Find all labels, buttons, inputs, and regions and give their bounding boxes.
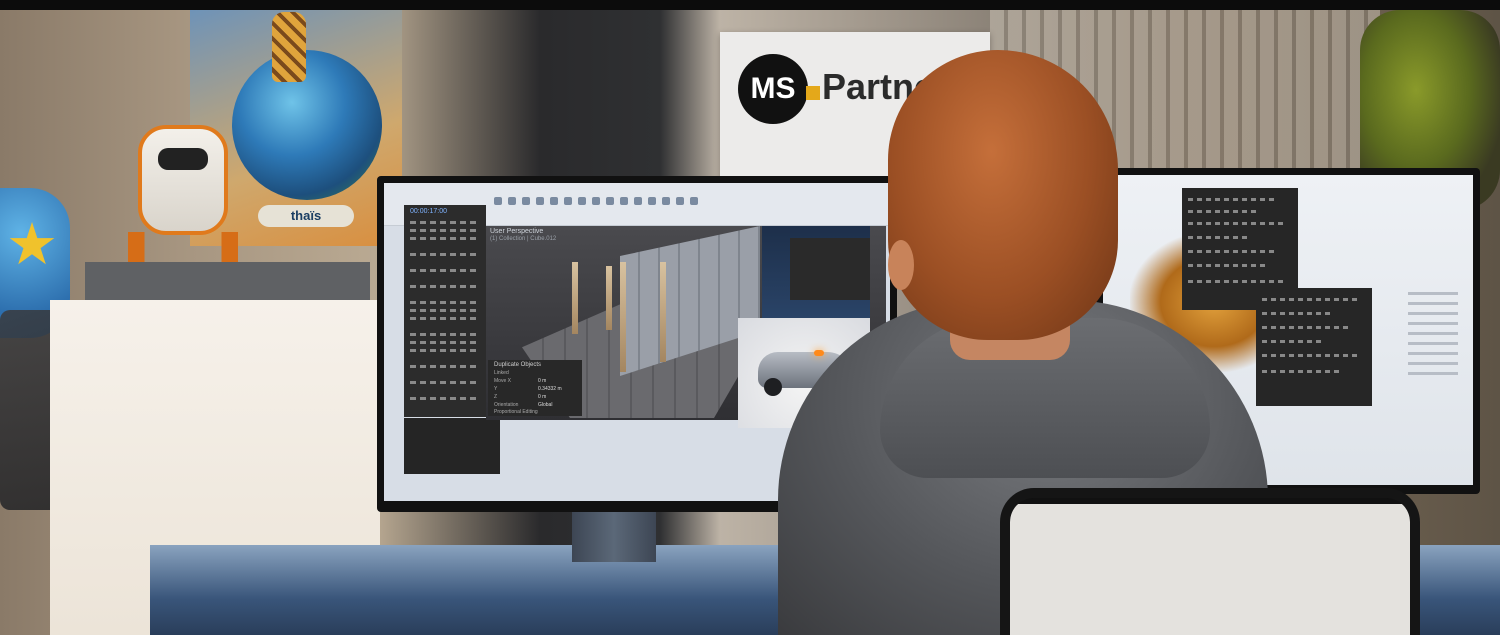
wooden-post [660,262,666,362]
tool-icon[interactable] [634,197,642,205]
giraffe-illustration [272,12,306,82]
render-settings-panel[interactable] [790,238,870,300]
dup-value-y[interactable]: 0.34332 m [538,386,578,393]
timecode: 00:00:17:00 [410,208,447,215]
tool-icon[interactable] [592,197,600,205]
tool-icon[interactable] [662,197,670,205]
sign-logo: MS [738,54,808,124]
person-ear [888,240,914,290]
toy-robot-visor [158,148,208,170]
car-headlight [814,350,824,356]
tool-icon[interactable] [648,197,656,205]
tool-icon[interactable] [550,197,558,205]
top-letterbox [0,0,1500,10]
tool-icon[interactable] [564,197,572,205]
tool-icon[interactable] [676,197,684,205]
monitor-stand [572,512,656,562]
dup-value-orientation[interactable]: Global [538,402,578,409]
tool-icon[interactable] [522,197,530,205]
poster-logo: thaïs [258,205,354,227]
tool-icon[interactable] [690,197,698,205]
wooden-post [606,266,612,330]
properties-panel[interactable] [404,418,500,474]
viewport-title: User Perspective [490,228,544,235]
toy-robot-legs [128,232,238,262]
chair-frame [1000,488,1420,635]
wooden-post [620,262,626,372]
dup-value-z[interactable]: 0 m [538,394,578,401]
dup-row-linked[interactable]: Linked [494,370,576,377]
tool-icon[interactable] [494,197,502,205]
star-icon: ★ [6,212,58,277]
right-modifier-panel[interactable] [1256,288,1372,406]
person-head [888,50,1118,340]
sign-dot [806,86,820,100]
viewport-subtitle: (1) Collection | Cube.012 [490,236,557,242]
outliner-panel[interactable] [404,205,486,417]
car-wheel [764,378,782,396]
tool-icon[interactable] [578,197,586,205]
tool-icon[interactable] [620,197,628,205]
toy-robot [138,125,228,235]
wooden-post [572,262,578,334]
duplicate-objects-panel[interactable]: Linked Move X Y Z Orientation Proportion… [488,360,582,416]
dup-value-x[interactable]: 0 m [538,378,578,385]
tool-icon[interactable] [536,197,544,205]
dup-row-proportional[interactable]: Proportional Editing [494,409,576,416]
tool-icon[interactable] [508,197,516,205]
right-sidebar-text [1408,292,1458,382]
tool-icon[interactable] [606,197,614,205]
duplicate-objects-title: Duplicate Objects [494,362,542,368]
globe-illustration [232,50,382,200]
